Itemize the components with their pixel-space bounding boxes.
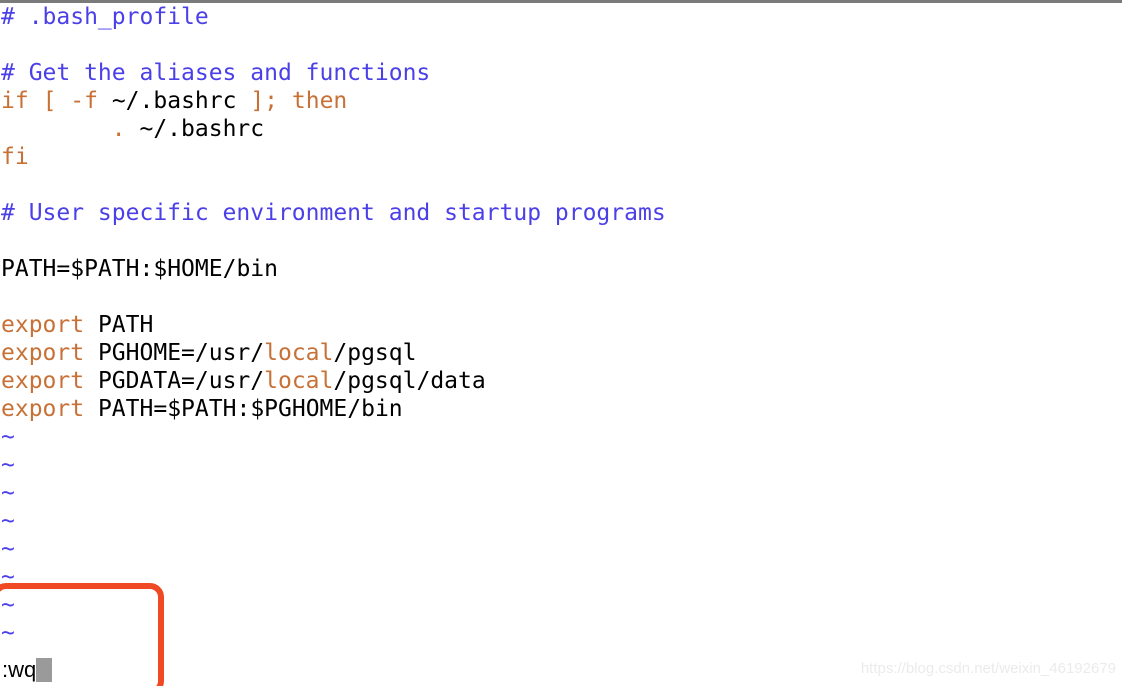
token-keyword: .	[111, 116, 126, 142]
token-plain: ~/.bashrc	[97, 88, 251, 114]
tilde-filler-line: ~	[0, 563, 1122, 591]
token-plain: /pgsql	[333, 340, 417, 366]
token-keyword: -f	[70, 88, 98, 114]
buffer-line: # .bash_profile	[0, 3, 1122, 31]
token-keyword: local	[264, 340, 334, 366]
token-keyword: if	[1, 88, 29, 114]
tilde-filler-line: ~	[0, 423, 1122, 451]
token-tilde: ~	[1, 508, 15, 534]
token-tilde: ~	[1, 564, 15, 590]
token-keyword: [	[42, 88, 57, 114]
token-plain: /bin	[347, 396, 403, 422]
token-tilde: ~	[1, 592, 15, 618]
token-plain: /pgsql/data	[333, 368, 486, 394]
token-tilde: ~	[1, 452, 15, 478]
token-comment: # .bash_profile	[1, 4, 209, 30]
tilde-filler-line: ~	[0, 535, 1122, 563]
buffer-line: export PATH	[0, 311, 1122, 339]
command-line-text: :wq	[2, 657, 37, 682]
buffer-line: PATH=$PATH:$HOME/bin	[0, 255, 1122, 283]
token-operator: =	[153, 396, 168, 422]
buffer-line: export PGHOME=/usr/local/pgsql	[0, 339, 1122, 367]
tilde-filler-line: ~	[0, 591, 1122, 619]
token-keyword: export	[1, 396, 85, 422]
token-keyword: then	[291, 88, 348, 114]
token-keyword: export	[1, 368, 85, 394]
token-plain: =/usr/	[181, 368, 265, 394]
buffer-line: if [ -f ~/.bashrc ]; then	[0, 87, 1122, 115]
token-identifier: PATH	[97, 396, 154, 422]
text-cursor	[36, 658, 53, 682]
tilde-filler-line: ~	[0, 451, 1122, 479]
token-tilde: ~	[1, 480, 15, 506]
token-variable: $PATH	[167, 396, 237, 422]
buffer-line: export PATH=$PATH:$PGHOME/bin	[0, 395, 1122, 423]
token-plain: ~/.bashrc	[125, 116, 265, 142]
tilde-filler-line: ~	[0, 479, 1122, 507]
token-tilde: ~	[1, 536, 15, 562]
token-identifier: PATH	[97, 312, 154, 338]
buffer-line: . ~/.bashrc	[0, 115, 1122, 143]
token-comment: # Get the aliases and functions	[1, 60, 431, 86]
text-buffer[interactable]: # .bash_profile # Get the aliases and fu…	[0, 3, 1122, 647]
token-variable: $PGHOME	[250, 396, 348, 422]
tilde-filler-line: ~	[0, 619, 1122, 647]
buffer-blank-line	[0, 31, 1122, 59]
token-comment: # User specific environment and startup …	[1, 200, 666, 226]
token-keyword: ];	[250, 88, 279, 114]
token-identifier: PGHOME	[97, 340, 182, 366]
token-keyword: export	[1, 312, 85, 338]
token-keyword: fi	[1, 144, 29, 170]
token-variable: $PATH	[70, 256, 140, 282]
buffer-blank-line	[0, 227, 1122, 255]
token-plain: =/usr/	[181, 340, 265, 366]
token-variable: $HOME	[153, 256, 223, 282]
vim-editor-window: # .bash_profile # Get the aliases and fu…	[0, 0, 1122, 686]
buffer-line: # User specific environment and startup …	[0, 199, 1122, 227]
token-operator: :	[139, 256, 154, 282]
token-operator: =	[56, 256, 71, 282]
watermark-text: https://blog.csdn.net/weixin_46192679	[860, 660, 1116, 677]
token-tilde: ~	[1, 620, 15, 646]
token-keyword: local	[264, 368, 334, 394]
token-keyword: export	[1, 340, 85, 366]
token-identifier: PGDATA	[97, 368, 182, 394]
token-tilde: ~	[1, 424, 15, 450]
buffer-line: fi	[0, 143, 1122, 171]
token-identifier: PATH	[1, 256, 57, 282]
token-plain: /bin	[222, 256, 278, 282]
buffer-line: export PGDATA=/usr/local/pgsql/data	[0, 367, 1122, 395]
buffer-line: # Get the aliases and functions	[0, 59, 1122, 87]
token-operator: :	[236, 396, 251, 422]
buffer-blank-line	[0, 283, 1122, 311]
tilde-filler-line: ~	[0, 507, 1122, 535]
buffer-blank-line	[0, 171, 1122, 199]
